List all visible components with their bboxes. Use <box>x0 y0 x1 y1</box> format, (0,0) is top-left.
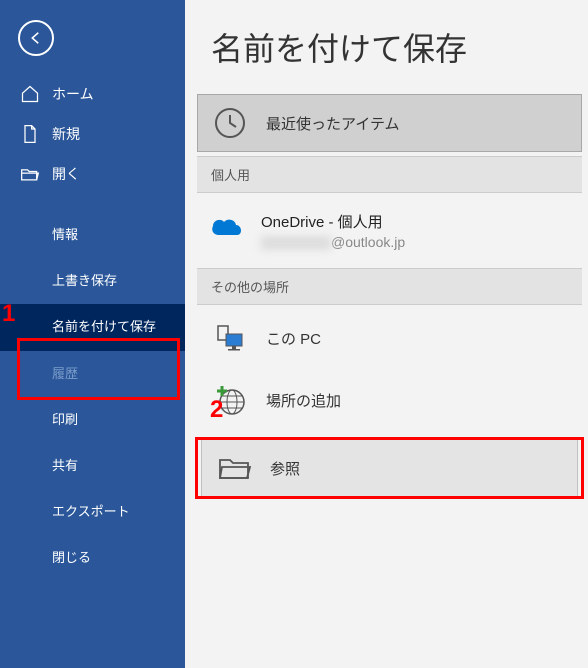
sidebar-item-home[interactable]: ホーム <box>0 74 185 114</box>
sidebar-item-history: 履歴 <box>0 351 185 397</box>
annotation-number-1: 1 <box>2 300 15 328</box>
browse-label: 参照 <box>270 458 300 479</box>
sidebar-label-close: 閉じる <box>52 550 91 565</box>
sidebar-label-home: ホーム <box>52 84 94 104</box>
sidebar-label-saveas: 名前を付けて保存 <box>52 319 156 334</box>
sidebar-label-print: 印刷 <box>52 412 78 427</box>
sidebar-item-share[interactable]: 共有 <box>0 443 185 489</box>
onedrive-email: @outlook.jp <box>261 234 405 250</box>
section-personal: 個人用 <box>197 156 582 193</box>
backstage-sidebar: ホーム 新規 開く 情報 上書き保存 名前を付けて保存 履歴 <box>0 0 185 668</box>
sidebar-item-info[interactable]: 情報 <box>0 212 185 258</box>
location-browse[interactable]: 参照 <box>201 439 578 497</box>
folder-open-icon <box>20 164 40 184</box>
sidebar-item-open[interactable]: 開く <box>0 154 185 194</box>
location-onedrive[interactable]: OneDrive - 個人用 @outlook.jp <box>193 197 586 264</box>
location-add-place[interactable]: 場所の追加 <box>197 371 582 429</box>
location-this-pc[interactable]: この PC <box>197 309 582 367</box>
sidebar-label-history: 履歴 <box>52 366 78 381</box>
back-button[interactable] <box>18 20 54 56</box>
clock-icon <box>212 105 248 141</box>
sidebar-item-close[interactable]: 閉じる <box>0 535 185 581</box>
annotation-number-2: 2 <box>210 396 223 424</box>
sidebar-item-export[interactable]: エクスポート <box>0 489 185 535</box>
sidebar-item-new[interactable]: 新規 <box>0 114 185 154</box>
browse-annotation-wrap: 参照 <box>197 439 582 497</box>
this-pc-icon <box>212 320 248 356</box>
main-panel: 名前を付けて保存 最近使ったアイテム 個人用 OneDrive - 個人用 @o… <box>185 0 588 668</box>
sidebar-label-new: 新規 <box>52 124 80 144</box>
arrow-left-icon <box>27 29 45 47</box>
blurred-email-user <box>261 236 331 250</box>
document-icon <box>20 124 40 144</box>
add-place-label: 場所の追加 <box>266 390 341 411</box>
sidebar-item-print[interactable]: 印刷 <box>0 397 185 443</box>
sidebar-label-export: エクスポート <box>52 504 130 519</box>
onedrive-cloud-icon <box>207 213 247 241</box>
sidebar-label-share: 共有 <box>52 458 78 473</box>
sidebar-label-info: 情報 <box>52 227 78 242</box>
page-title: 名前を付けて保存 <box>211 24 586 70</box>
sidebar-item-save-as[interactable]: 名前を付けて保存 <box>0 304 185 350</box>
location-recent-label: 最近使ったアイテム <box>266 113 400 134</box>
onedrive-label: OneDrive - 個人用 <box>261 211 405 232</box>
sidebar-label-save: 上書き保存 <box>52 273 117 288</box>
sidebar-item-save[interactable]: 上書き保存 <box>0 258 185 304</box>
location-recent[interactable]: 最近使ったアイテム <box>197 94 582 152</box>
folder-browse-icon <box>216 450 252 486</box>
home-icon <box>20 84 40 104</box>
sidebar-label-open: 開く <box>52 164 80 184</box>
this-pc-label: この PC <box>266 328 321 349</box>
section-other: その他の場所 <box>197 268 582 305</box>
